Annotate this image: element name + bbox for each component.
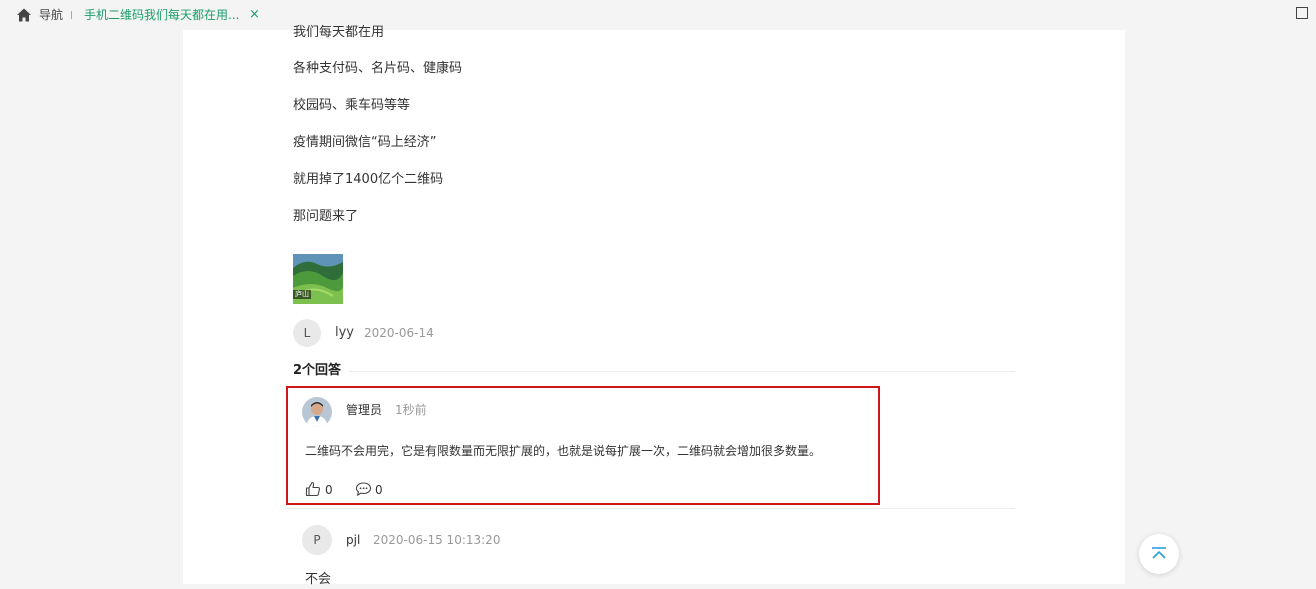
post-date: 2020-06-14 (364, 326, 434, 340)
back-to-top-icon (1152, 547, 1166, 559)
tab-bar: 导航 手机二维码我们每天都在用... × (0, 0, 1316, 30)
user-photo (302, 397, 332, 427)
tab-active-title[interactable]: 手机二维码我们每天都在用... (84, 7, 239, 23)
article-image[interactable]: 庐山 (293, 254, 343, 304)
article-paragraph: 疫情期间微信“码上经济” (293, 135, 437, 150)
thumbs-up-icon[interactable] (305, 481, 321, 497)
nav-label[interactable]: 导航 (39, 7, 63, 23)
article-paragraph: 我们每天都在用 (293, 25, 385, 40)
comment-icon[interactable] (355, 481, 372, 497)
divider (286, 508, 1015, 509)
home-icon[interactable] (16, 7, 32, 23)
close-icon[interactable]: × (249, 7, 260, 23)
image-caption: 庐山 (293, 290, 311, 299)
answer-author-name[interactable]: 管理员 (346, 401, 382, 419)
article-paragraph: 就用掉了1400亿个二维码 (293, 172, 444, 187)
tab-divider (71, 11, 72, 19)
window-maximize-icon[interactable] (1296, 7, 1308, 19)
answers-heading: 2个回答 (293, 363, 342, 378)
divider (349, 371, 1015, 372)
article-paragraph: 各种支付码、名片码、健康码 (293, 61, 463, 76)
back-to-top-button[interactable] (1139, 534, 1179, 574)
article-paragraph: 校园码、乘车码等等 (293, 98, 411, 113)
author-name[interactable]: lyy (335, 324, 354, 342)
answer-text: 二维码不会用完，它是有限数量而无限扩展的，也就是说每扩展一次，二维码就会增加很多… (305, 444, 822, 458)
avatar[interactable] (302, 397, 332, 427)
answer-author-name[interactable]: pjl (346, 531, 360, 549)
like-count: 0 (325, 483, 333, 497)
answer-text: 不会 (305, 572, 332, 587)
answer-time: 2020-06-15 10:13:20 (373, 533, 501, 547)
article-paragraph: 那问题来了 (293, 209, 359, 224)
answer-time: 1秒前 (395, 403, 427, 417)
content-panel: 我们每天都在用 各种支付码、名片码、健康码 校园码、乘车码等等 疫情期间微信“码… (183, 25, 1125, 587)
comment-count: 0 (375, 483, 383, 497)
avatar[interactable]: P (302, 525, 332, 555)
avatar[interactable]: L (293, 319, 321, 347)
